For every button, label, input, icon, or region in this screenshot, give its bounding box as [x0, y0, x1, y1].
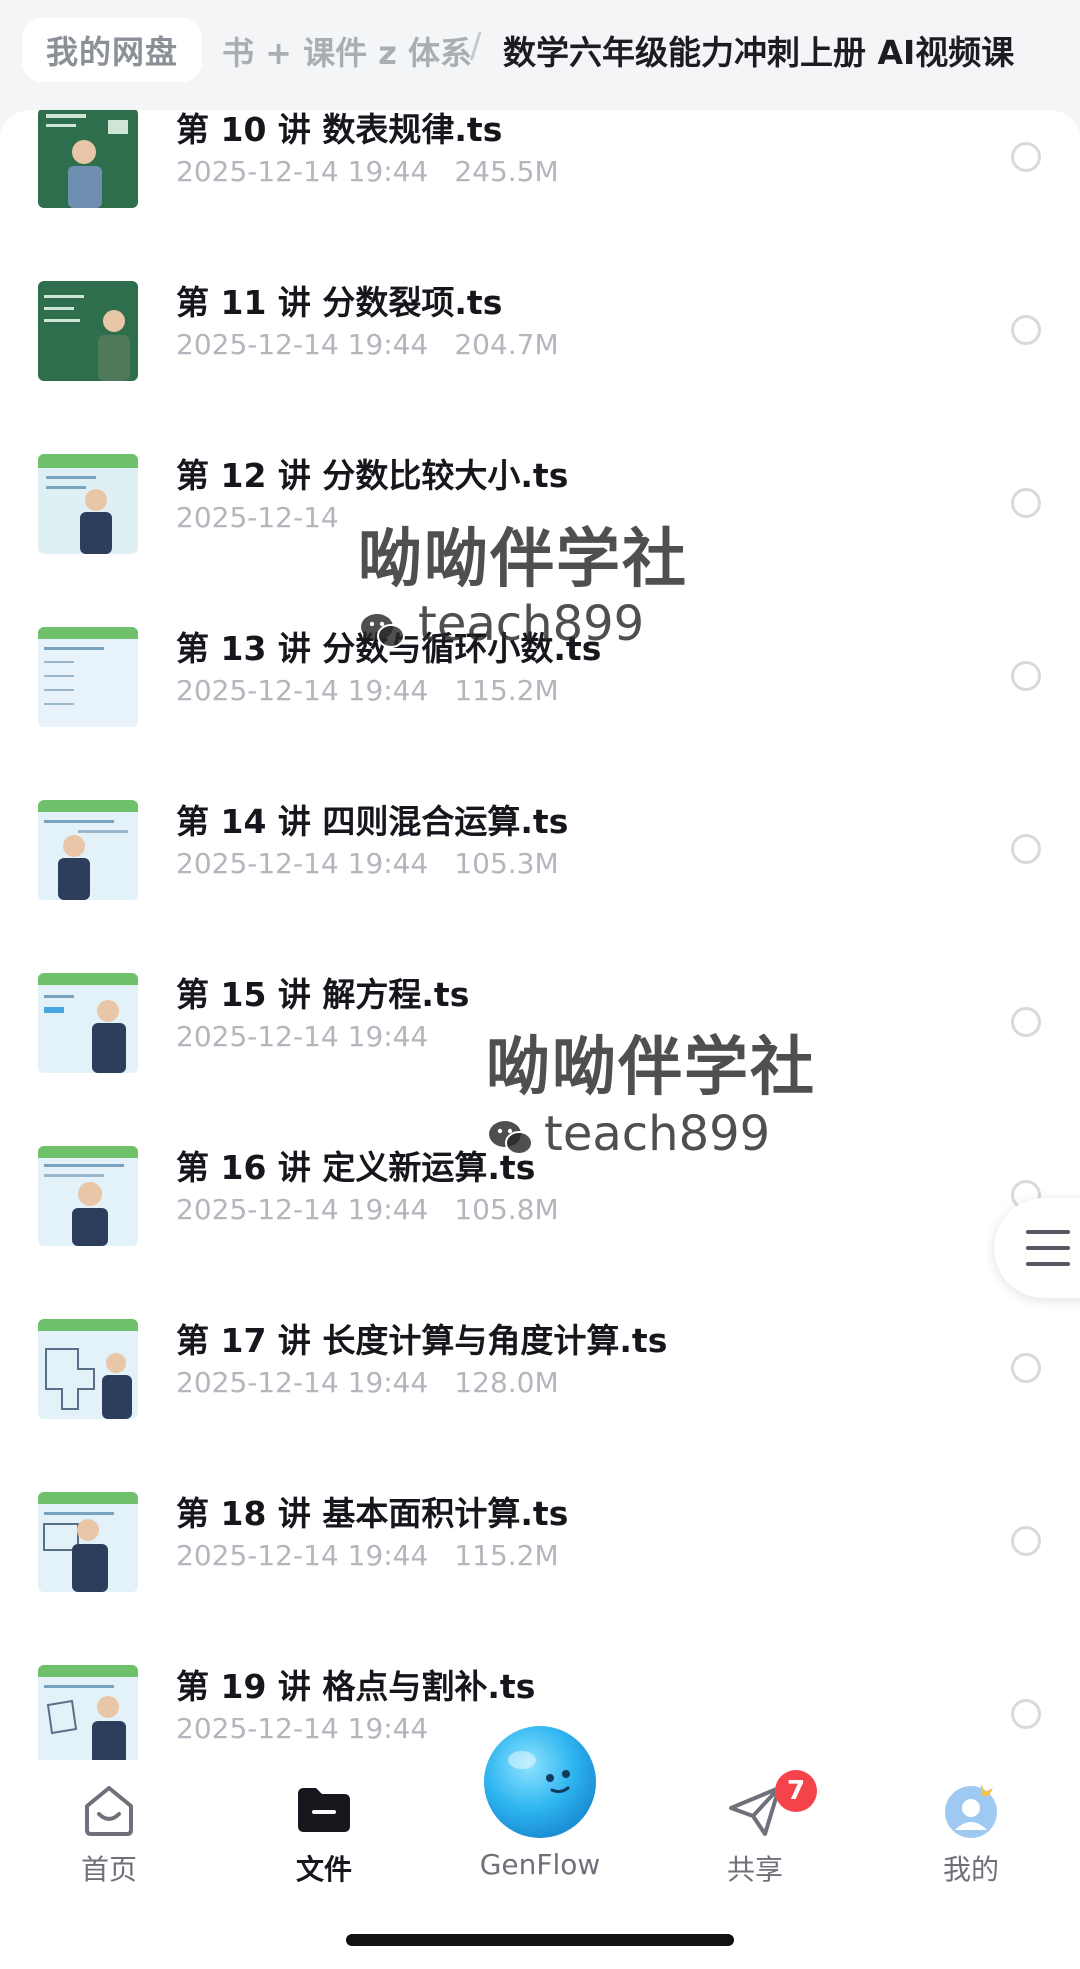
select-radio[interactable] [1011, 1526, 1041, 1556]
file-row[interactable]: 第 16 讲 定义新运算.ts 2025-12-14 19:44 105.8M [0, 1128, 1080, 1301]
file-name: 第 18 讲 基本面积计算.ts [176, 1494, 569, 1533]
file-date: 2025-12-14 19:44 [176, 847, 429, 880]
watermark-wechat-id: teach899 [418, 596, 645, 652]
file-row[interactable]: 第 18 讲 基本面积计算.ts 2025-12-14 19:44 115.2M [0, 1474, 1080, 1647]
breadcrumb-current-folder: 数学六年级能力冲刺上册 AI视频课 [503, 33, 1015, 72]
select-radio[interactable] [1011, 1007, 1041, 1037]
video-thumbnail [38, 800, 138, 900]
watermark-title: 呦呦伴学社 [486, 1031, 816, 1105]
breadcrumb-root[interactable]: 我的网盘 [22, 18, 203, 82]
watermark-title: 呦呦伴学社 [358, 523, 688, 597]
video-thumbnail [38, 627, 138, 727]
file-date: 2025-12-14 19:44 [176, 328, 429, 361]
file-meta: 2025-12-14 19:44 245.5M [176, 155, 559, 188]
file-date: 2025-12-14 19:44 [176, 1712, 429, 1745]
file-name: 第 14 讲 四则混合运算.ts [176, 802, 569, 841]
file-date: 2025-12-14 19:44 [176, 1020, 429, 1053]
file-row[interactable]: 第 17 讲 长度计算与角度计算.ts 2025-12-14 19:44 128.… [0, 1301, 1080, 1474]
file-name: 第 17 讲 长度计算与角度计算.ts [176, 1321, 668, 1360]
folder-icon [298, 1788, 350, 1832]
nav-files[interactable]: 文件 [224, 1760, 424, 1890]
select-radio[interactable] [1011, 315, 1041, 345]
video-thumbnail [38, 454, 138, 554]
file-row[interactable]: 第 14 讲 四则混合运算.ts 2025-12-14 19:44 105.3M [0, 782, 1080, 955]
file-date: 2025-12-14 19:44 [176, 1193, 429, 1226]
avatar-icon [945, 1784, 997, 1838]
menu-icon [1026, 1230, 1070, 1234]
home-icon [85, 1786, 133, 1836]
file-size: 105.3M [454, 847, 559, 880]
file-size: 115.2M [454, 674, 559, 707]
video-thumbnail [38, 110, 138, 208]
file-meta: 2025-12-14 19:44 [176, 1020, 454, 1053]
nav-genflow[interactable]: GenFlow [440, 1726, 640, 1890]
file-row[interactable]: 第 11 讲 分数裂项.ts 2025-12-14 19:44 204.7M [0, 263, 1080, 436]
file-row[interactable]: 第 10 讲 数表规律.ts 2025-12-14 19:44 245.5M [0, 110, 1080, 263]
file-meta: 2025-12-14 19:44 115.2M [176, 1539, 559, 1572]
video-thumbnail [38, 1665, 138, 1760]
nav-genflow-label: GenFlow [479, 1848, 601, 1881]
nav-home[interactable]: 首页 [9, 1760, 209, 1890]
wechat-icon [489, 1121, 533, 1155]
file-size: 115.2M [454, 1539, 559, 1572]
nav-home-label: 首页 [80, 1853, 137, 1886]
select-radio[interactable] [1011, 661, 1041, 691]
video-thumbnail [38, 1492, 138, 1592]
file-date: 2025-12-14 19:44 [176, 674, 429, 707]
nav-mine[interactable]: 我的 [871, 1760, 1071, 1890]
breadcrumb-root-label: 我的网盘 [46, 33, 179, 71]
select-radio[interactable] [1011, 142, 1041, 172]
file-meta: 2025-12-14 19:44 128.0M [176, 1366, 559, 1399]
share-badge: 7 [775, 1770, 817, 1812]
file-meta: 2025-12-14 19:44 105.3M [176, 847, 559, 880]
video-thumbnail [38, 281, 138, 381]
file-name: 第 11 讲 分数裂项.ts [176, 283, 503, 322]
file-size: 245.5M [454, 155, 559, 188]
watermark-wechat-id: teach899 [544, 1106, 771, 1162]
file-meta: 2025-12-14 19:44 105.8M [176, 1193, 559, 1226]
video-thumbnail [38, 973, 138, 1073]
file-meta: 2025-12-14 [176, 501, 365, 534]
select-radio[interactable] [1011, 834, 1041, 864]
file-date: 2025-12-14 [176, 501, 339, 534]
file-date: 2025-12-14 19:44 [176, 1366, 429, 1399]
nav-files-label: 文件 [295, 1853, 352, 1886]
file-meta: 2025-12-14 19:44 204.7M [176, 328, 559, 361]
file-list: 第 10 讲 数表规律.ts 2025-12-14 19:44 245.5M 第 … [0, 110, 1080, 1760]
file-name: 第 15 讲 解方程.ts [176, 975, 470, 1014]
file-size: 105.8M [454, 1193, 559, 1226]
file-name: 第 12 讲 分数比较大小.ts [176, 456, 569, 495]
select-radio[interactable] [1011, 1699, 1041, 1729]
file-size: 204.7M [454, 328, 559, 361]
file-date: 2025-12-14 19:44 [176, 1539, 429, 1572]
wechat-icon [361, 614, 405, 648]
home-indicator [346, 1934, 734, 1946]
genflow-mascot-icon [484, 1726, 596, 1838]
select-radio[interactable] [1011, 1353, 1041, 1383]
file-name: 第 19 讲 格点与割补.ts [176, 1667, 536, 1706]
select-radio[interactable] [1011, 488, 1041, 518]
file-size: 128.0M [454, 1366, 559, 1399]
video-thumbnail [38, 1146, 138, 1246]
video-thumbnail [38, 1319, 138, 1419]
breadcrumb-separator: / [470, 26, 482, 66]
nav-share-label: 共享 [726, 1853, 783, 1886]
nav-mine-label: 我的 [942, 1853, 999, 1886]
file-meta: 2025-12-14 19:44 115.2M [176, 674, 559, 707]
breadcrumb-bar: 我的网盘 书 + 课件 z 体系 / 数学六年级能力冲刺上册 AI视频课 [0, 0, 1080, 110]
file-name: 第 16 讲 定义新运算.ts [176, 1148, 536, 1187]
file-name: 第 10 讲 数表规律.ts [176, 110, 503, 149]
file-date: 2025-12-14 19:44 [176, 155, 429, 188]
breadcrumb-parent[interactable]: 书 + 课件 z 体系 [222, 28, 472, 74]
file-meta: 2025-12-14 19:44 [176, 1712, 454, 1745]
nav-share[interactable]: 7 共享 [655, 1760, 855, 1890]
